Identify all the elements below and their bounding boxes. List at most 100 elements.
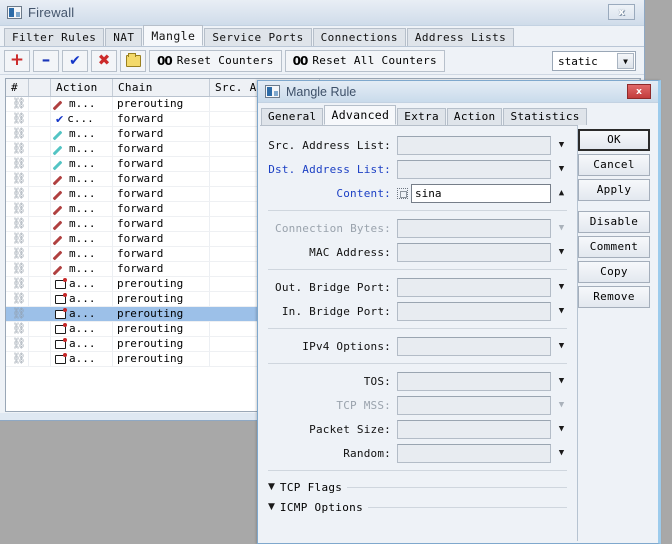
reset-counters-label: Reset Counters (176, 54, 274, 67)
row-chain-cell: prerouting (113, 97, 210, 111)
chevron-down-icon[interactable]: ▼ (554, 160, 569, 179)
row-flag-cell (29, 97, 51, 111)
row-action-label: a... (69, 337, 96, 350)
row-chain-glyph: ⛓ (6, 127, 29, 141)
input-out-bridge-port[interactable] (397, 277, 551, 297)
field-row-random: Random: ▼ (260, 442, 577, 464)
dialog-tab-statistics[interactable]: Statistics (503, 108, 587, 125)
input-content[interactable]: sina (411, 183, 551, 203)
label-random: Random: (343, 446, 391, 460)
disable-button[interactable]: Disable (578, 211, 650, 233)
firewall-tab-service-ports[interactable]: Service Ports (204, 28, 312, 46)
counter-icon: 00 (157, 53, 173, 68)
chevron-down-icon[interactable]: ▼ (554, 337, 569, 356)
row-flag-cell (29, 262, 51, 276)
dialog-tab-action[interactable]: Action (446, 108, 503, 125)
remove-button[interactable]: – (33, 49, 59, 72)
divider (368, 506, 567, 508)
row-action-cell: m... (51, 247, 113, 261)
apply-button[interactable]: Apply (578, 179, 650, 201)
firewall-tab-nat[interactable]: NAT (105, 28, 143, 46)
chevron-up-icon[interactable]: ▲ (554, 184, 569, 203)
screen: Firewall x Filter Rules NAT Mangle Service … (0, 0, 672, 544)
row-chain-cell: forward (113, 247, 210, 261)
input-packet-size[interactable] (397, 419, 551, 439)
comment-button[interactable] (120, 49, 146, 72)
chevron-down-icon[interactable]: ▼ (554, 372, 569, 391)
filter-select[interactable]: static ▼ (552, 51, 636, 71)
chevron-down-icon[interactable]: ▼ (617, 53, 634, 69)
row-chain-cell: forward (113, 112, 210, 126)
dialog-tab-general[interactable]: General (261, 108, 324, 125)
row-chain-glyph: ⛓ (6, 187, 29, 201)
negate-checkbox-content[interactable] (397, 187, 408, 199)
dialog-tab-extra[interactable]: Extra (397, 108, 446, 125)
dialog-close-button[interactable]: x (627, 84, 651, 99)
input-dst-address-list[interactable] (397, 159, 551, 179)
input-tos[interactable] (397, 371, 551, 391)
firewall-close-button[interactable]: x (608, 4, 635, 20)
firewall-tab-address-lists[interactable]: Address Lists (406, 28, 515, 46)
add-button[interactable]: + (4, 49, 30, 72)
divider (347, 486, 567, 488)
chevron-down-icon[interactable]: ▼ (554, 136, 569, 155)
row-chain-glyph: ⛓ (6, 352, 29, 366)
collapsible-tcp-flags[interactable]: ▼ TCP Flags (260, 477, 577, 497)
row-flag-cell (29, 352, 51, 366)
column-header-num[interactable]: # (6, 79, 29, 96)
row-flag-cell (29, 307, 51, 321)
chevron-down-icon[interactable]: ▼ (554, 302, 569, 321)
mark-packet-icon (55, 307, 67, 319)
chevron-down-icon[interactable]: ▼ (554, 243, 569, 262)
chevron-down-icon[interactable]: ▼ (554, 278, 569, 297)
row-action-cell: m... (51, 142, 113, 156)
column-header-chain[interactable]: Chain (113, 79, 210, 96)
chevron-down-icon[interactable]: ▼ (268, 502, 275, 512)
row-chain-glyph: ⛓ (6, 142, 29, 156)
row-flag-cell (29, 112, 51, 126)
input-mac-address[interactable] (397, 242, 551, 262)
copy-button[interactable]: Copy (578, 261, 650, 283)
row-action-cell: m... (51, 262, 113, 276)
chevron-down-icon[interactable]: ▼ (554, 420, 569, 439)
chevron-down-icon[interactable]: ▼ (554, 444, 569, 463)
column-header-flag[interactable] (29, 79, 51, 96)
row-flag-cell (29, 142, 51, 156)
remove-button[interactable]: Remove (578, 286, 650, 308)
firewall-tab-filter-rules[interactable]: Filter Rules (4, 28, 105, 46)
plus-icon: + (9, 50, 25, 70)
mark-packet-icon (55, 352, 67, 364)
firewall-tab-mangle[interactable]: Mangle (143, 25, 204, 46)
input-random[interactable] (397, 443, 551, 463)
label-connection-bytes: Connection Bytes: (275, 221, 391, 235)
disable-button[interactable]: ✖ (91, 49, 117, 72)
cancel-button[interactable]: Cancel (578, 154, 650, 176)
pencil-icon (55, 219, 66, 230)
collapsible-icmp-options[interactable]: ▼ ICMP Options (260, 497, 577, 517)
row-action-label: a... (69, 352, 96, 365)
column-header-action[interactable]: Action (51, 79, 113, 96)
input-src-address-list[interactable] (397, 135, 551, 155)
row-chain-glyph: ⛓ (6, 157, 29, 171)
ok-button[interactable]: OK (578, 129, 650, 151)
firewall-tabs: Filter Rules NAT Mangle Service Ports Connec… (0, 25, 644, 47)
enable-button[interactable]: ✔ (62, 49, 88, 72)
row-action-label: a... (69, 277, 96, 290)
dialog-tab-advanced[interactable]: Advanced (324, 105, 397, 125)
row-action-cell: a... (51, 292, 113, 306)
row-action-cell: a... (51, 277, 113, 291)
check-icon: ✔ (55, 112, 65, 126)
reset-all-counters-button[interactable]: 00 Reset All Counters (284, 49, 445, 72)
row-action-cell: m... (51, 127, 113, 141)
check-icon: ✔ (69, 52, 81, 69)
row-action-cell: a... (51, 307, 113, 321)
input-in-bridge-port[interactable] (397, 301, 551, 321)
reset-counters-button[interactable]: 00 Reset Counters (149, 49, 282, 72)
firewall-tab-connections[interactable]: Connections (312, 28, 406, 46)
input-ipv4-options[interactable] (397, 336, 551, 356)
row-chain-cell: prerouting (113, 307, 210, 321)
comment-button[interactable]: Comment (578, 236, 650, 258)
field-row-tos: TOS: ▼ (260, 370, 577, 392)
row-chain-glyph: ⛓ (6, 262, 29, 276)
chevron-down-icon[interactable]: ▼ (268, 482, 275, 492)
